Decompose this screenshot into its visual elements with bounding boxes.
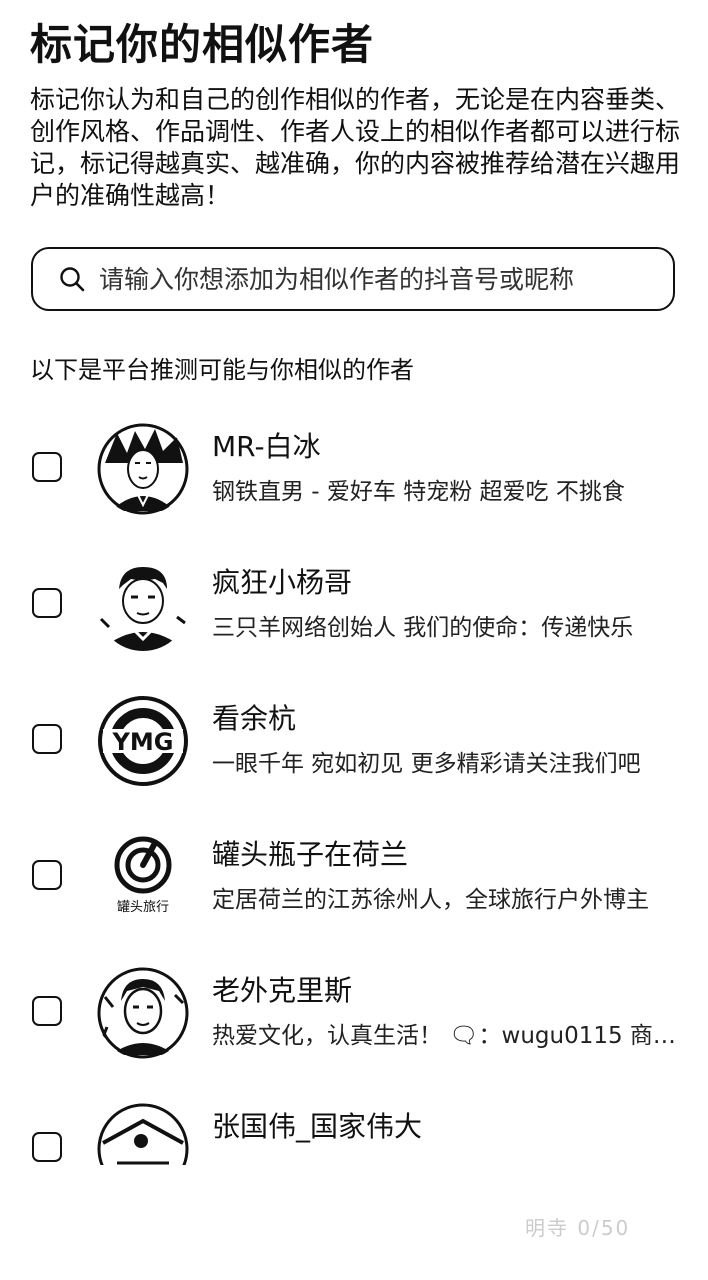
portrait-avatar-graphic — [99, 561, 187, 651]
svg-text:YMG: YMG — [112, 728, 174, 756]
author-checkbox[interactable] — [32, 860, 62, 890]
author-avatar[interactable] — [97, 967, 189, 1059]
search-box[interactable] — [31, 247, 675, 311]
author-bio: 三只羊网络创始人 我们的使命：传递快乐 — [212, 615, 634, 641]
author-avatar[interactable] — [97, 559, 189, 651]
author-checkbox[interactable] — [32, 724, 62, 754]
portrait-avatar-graphic — [97, 1103, 189, 1165]
author-list: MR-白冰 钢铁直男 - 爱好车 特宠粉 超爱吃 不挑食 疯狂小杨哥 三只羊网络… — [0, 400, 708, 1165]
author-checkbox[interactable] — [32, 452, 62, 482]
author-row[interactable]: 老外克里斯 热爱文化，认真生活！ 🗨：wugu0115 商务合作 — [0, 944, 708, 1080]
author-checkbox[interactable] — [32, 996, 62, 1026]
author-row[interactable]: 张国伟_国家伟大 — [0, 1080, 708, 1165]
author-bio: 一眼千年 宛如初见 更多精彩请关注我们吧 — [212, 751, 641, 777]
author-checkbox[interactable] — [32, 1132, 62, 1162]
author-avatar[interactable]: 罐头旅行 — [97, 831, 189, 923]
author-name: 看余杭 — [212, 702, 297, 735]
author-checkbox[interactable] — [32, 588, 62, 618]
author-avatar[interactable]: YMG — [97, 695, 189, 787]
author-bio: 定居荷兰的江苏徐州人，全球旅行户外博主 — [212, 887, 649, 913]
author-avatar[interactable] — [97, 423, 189, 515]
author-row[interactable]: MR-白冰 钢铁直男 - 爱好车 特宠粉 超爱吃 不挑食 — [0, 400, 708, 536]
travel-logo-graphic: 罐头旅行 — [97, 831, 189, 923]
author-bio: 钢铁直男 - 爱好车 特宠粉 超爱吃 不挑食 — [212, 479, 625, 505]
search-input[interactable] — [99, 264, 659, 294]
author-name: 老外克里斯 — [212, 974, 353, 1007]
author-row[interactable]: 疯狂小杨哥 三只羊网络创始人 我们的使命：传递快乐 — [0, 536, 708, 672]
author-name: MR-白冰 — [212, 430, 321, 463]
author-row[interactable]: YMG 看余杭 一眼千年 宛如初见 更多精彩请关注我们吧 — [0, 672, 708, 808]
search-icon — [60, 267, 85, 292]
page-title: 标记你的相似作者 — [30, 20, 375, 69]
author-name: 罐头瓶子在荷兰 — [212, 838, 409, 871]
portrait-avatar-graphic — [97, 423, 189, 515]
page-description: 标记你认为和自己的创作相似的作者，无论是在内容垂类、创作风格、作品调性、作者人设… — [30, 85, 681, 210]
avatar-caption: 罐头旅行 — [117, 900, 169, 915]
author-avatar[interactable] — [97, 1103, 189, 1165]
suggestions-label: 以下是平台推测可能与你相似的作者 — [30, 356, 414, 384]
author-row[interactable]: 罐头旅行 罐头瓶子在荷兰 定居荷兰的江苏徐州人，全球旅行户外博主 — [0, 808, 708, 944]
portrait-avatar-graphic — [97, 967, 189, 1059]
watermark: 明寺 0/50 — [525, 1216, 631, 1240]
ymg-logo-graphic: YMG — [98, 696, 188, 786]
author-bio: 热爱文化，认真生活！ 🗨：wugu0115 商务合作 — [212, 1023, 686, 1049]
author-name: 疯狂小杨哥 — [212, 566, 353, 599]
author-name: 张国伟_国家伟大 — [212, 1110, 423, 1143]
